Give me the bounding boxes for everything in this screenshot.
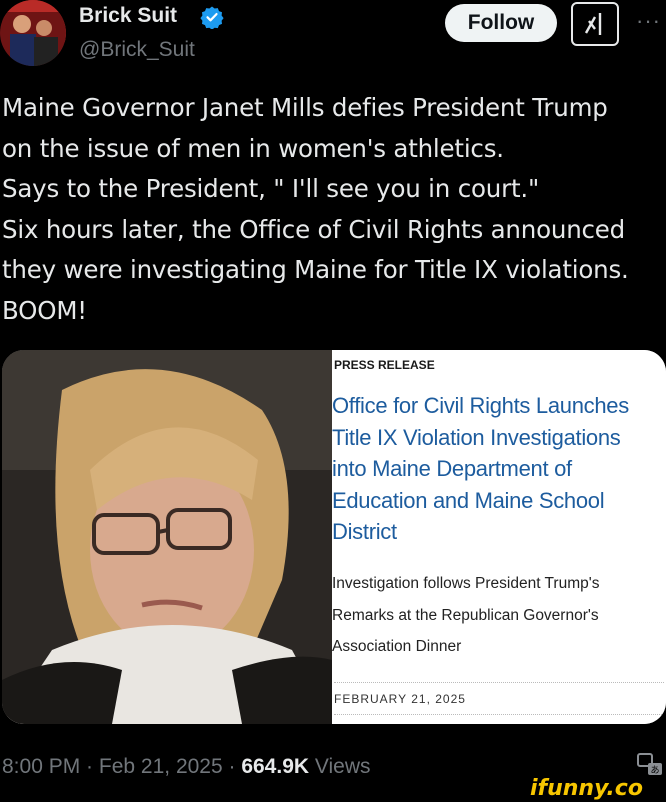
divider [334, 682, 664, 683]
press-release-preview[interactable]: PRESS RELEASE Office for Civil Rights La… [332, 350, 666, 724]
translate-icon[interactable]: あ [636, 752, 664, 778]
press-release-title: Office for Civil Rights Launches Title I… [332, 393, 629, 544]
grok-icon[interactable] [571, 2, 619, 46]
handle[interactable]: @Brick_Suit [79, 38, 195, 62]
press-release-label: PRESS RELEASE [334, 358, 435, 372]
display-name[interactable]: Brick Suit [79, 4, 177, 28]
tweet-header: Brick Suit @Brick_Suit Follow ··· [0, 0, 666, 70]
tweet-meta: 8:00 PM · Feb 21, 2025 · 664.9K Views [2, 755, 371, 779]
post-date[interactable]: Feb 21, 2025 [99, 755, 223, 778]
ifunny-watermark: ifunny.co [530, 776, 643, 801]
views-count: 664.9K [241, 755, 310, 778]
svg-text:あ: あ [650, 765, 659, 776]
verified-badge-icon [200, 6, 224, 29]
press-release-subtitle: Investigation follows President Trump's … [332, 575, 600, 655]
photo-janet-mills[interactable] [2, 350, 332, 724]
press-release-date: FEBRUARY 21, 2025 [334, 692, 466, 706]
follow-button[interactable]: Follow [445, 4, 557, 42]
meta-separator: · [222, 755, 242, 778]
tweet-text: Maine Governor Janet Mills defies Presid… [2, 93, 629, 325]
views-label: Views [314, 755, 371, 778]
more-options-icon[interactable]: ··· [636, 8, 661, 34]
meta-separator: · [80, 755, 99, 778]
media-card[interactable]: PRESS RELEASE Office for Civil Rights La… [2, 350, 666, 724]
divider [334, 714, 664, 715]
post-time[interactable]: 8:00 PM [2, 755, 80, 778]
avatar[interactable] [0, 0, 66, 66]
